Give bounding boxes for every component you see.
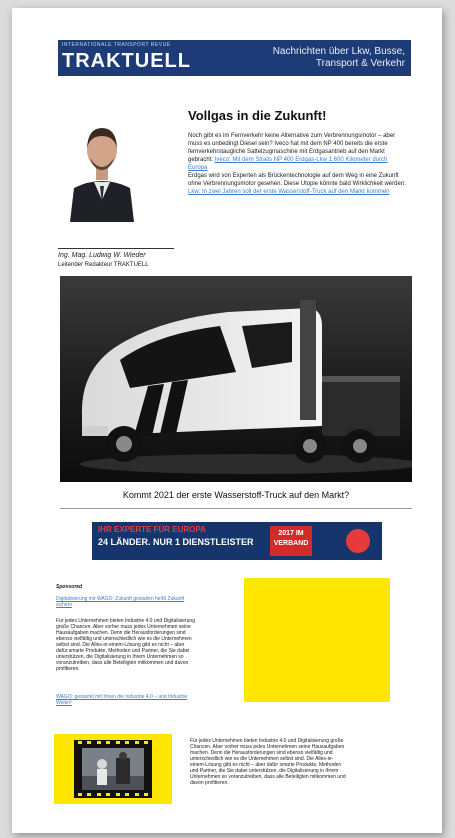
article-link-2[interactable]: Lkw: In zwei Jahren soll der erste Wasse… — [188, 189, 390, 195]
truck-photo[interactable] — [60, 276, 412, 482]
brand-header[interactable]: INTERNATIONALE TRANSPORT REVUE TRAKTUELL… — [58, 40, 411, 76]
sponsored-label: Sponsored — [56, 584, 83, 590]
author-role: Leitender Redakteur TRAKTUELL — [58, 262, 149, 268]
ad-headline: IHR EXPERTE FÜR EUROPA — [98, 525, 206, 534]
video-thumbnail[interactable] — [54, 734, 172, 804]
brand-super: INTERNATIONALE TRANSPORT REVUE — [62, 42, 171, 48]
caption-divider — [60, 508, 412, 509]
brand-tagline: Nachrichten über Lkw, Busse, Transport &… — [272, 46, 405, 69]
ad-subline: 24 LÄNDER. NUR 1 DIENSTLEISTER — [98, 537, 254, 547]
sponsored-body: Für jedes Unternehmen bieten Industrie 4… — [56, 618, 195, 672]
article-body: Noch gibt es im Fernverkehr keine Altern… — [188, 132, 408, 196]
film-scene — [82, 748, 144, 790]
article-headline: Vollgas in die Zukunft! — [188, 108, 327, 123]
newsletter-page: INTERNATIONALE TRANSPORT REVUE TRAKTUELL… — [12, 8, 442, 833]
film-strip-icon — [74, 740, 152, 798]
author-photo — [64, 104, 140, 222]
film-holes-bottom — [78, 793, 148, 797]
article-paragraph-2: Erdgas wird von Experten als Brückentech… — [188, 173, 406, 187]
author-name: Ing. Mag. Ludwig W. Wieder — [58, 252, 146, 259]
ad-banner[interactable]: IHR EXPERTE FÜR EUROPA 24 LÄNDER. NUR 1 … — [92, 522, 382, 560]
film-holes-top — [78, 741, 148, 745]
sponsored-link-2[interactable]: WAGO: gestartet mit Ihnen die Industrie … — [56, 694, 196, 706]
sponsored-image-placeholder[interactable] — [244, 578, 390, 702]
film-frame — [82, 748, 144, 790]
bottom-body: Für jedes Unternehmen bieten Industrie 4… — [190, 738, 346, 786]
article-link-1[interactable]: Iveco: Mit dem Stralis NP 400 Erdgas-Lkw… — [188, 157, 387, 171]
ad-logo-icon — [346, 529, 370, 553]
author-divider — [58, 248, 174, 249]
ad-badge: 2017 IM VERBAND — [270, 526, 312, 556]
brand-logo: TRAKTUELL — [62, 50, 191, 72]
truck-caption: Kommt 2021 der erste Wasserstoff-Truck a… — [122, 490, 350, 500]
sponsored-link[interactable]: Digitalisierung mit WAGO: Zukunft gestal… — [56, 596, 196, 608]
